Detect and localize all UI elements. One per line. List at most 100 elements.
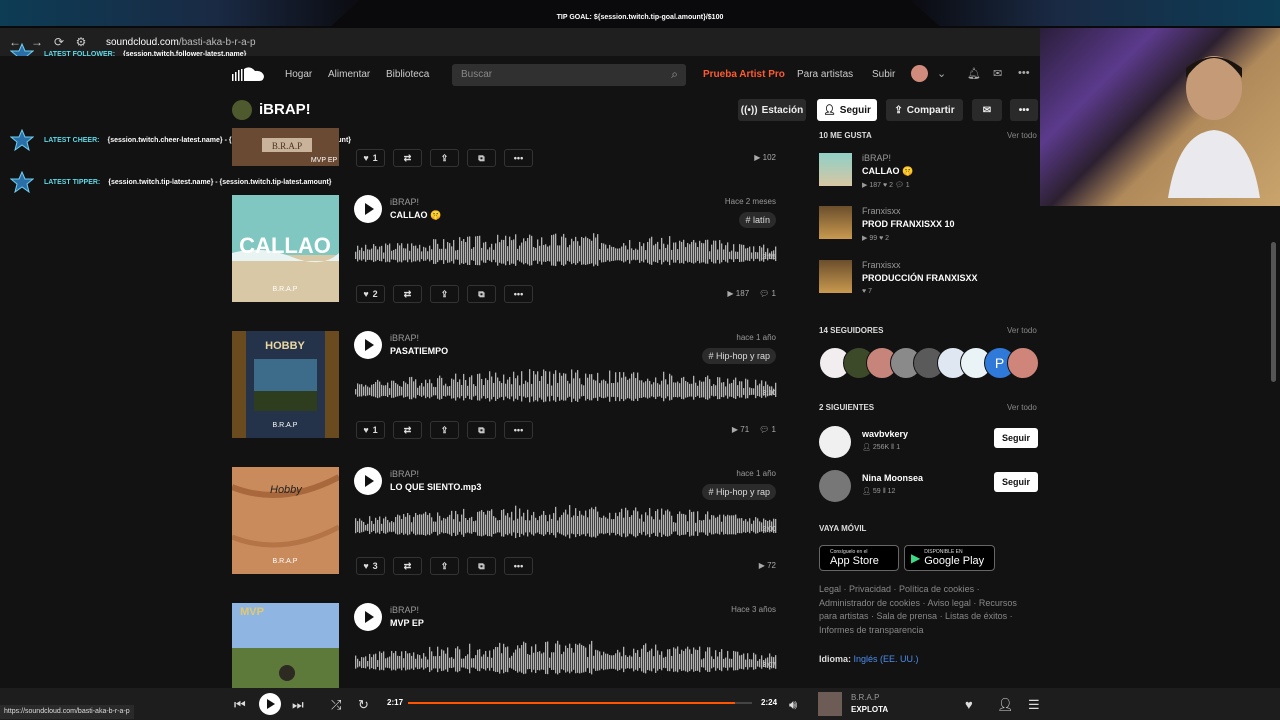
like-button[interactable]: ♥ 2 (356, 285, 385, 303)
next-icon[interactable]: ⏭ (292, 697, 304, 713)
nav-feed[interactable]: Alimentar (328, 69, 370, 80)
copy-link-button[interactable]: ⧉ (467, 285, 496, 303)
now-playing-title[interactable]: EXPLOTA (851, 705, 888, 714)
track-artist[interactable]: iBRAP! (390, 197, 419, 207)
chevron-down-icon[interactable]: ⌄ (937, 67, 946, 80)
now-playing-cover[interactable] (818, 692, 842, 716)
progress-bar[interactable] (408, 702, 752, 704)
track-genre-tag[interactable]: # Hip-hop y rap (702, 348, 776, 364)
repost-button[interactable]: ⇄ (393, 557, 422, 575)
now-playing-artist[interactable]: B.R.A.P (851, 693, 879, 702)
track-cover[interactable]: Hobby B.R.A.P (232, 467, 339, 574)
track-genre-tag[interactable]: # Hip-hop y rap (702, 484, 776, 500)
following-name[interactable]: Nina Moonsea (862, 473, 923, 483)
queue-icon[interactable]: ☰ (1028, 697, 1040, 713)
liked-track-item[interactable]: Franxisxx PRODUCCIÓN FRANXISXX ♥ 7 (819, 260, 1039, 304)
track-play-button[interactable] (354, 467, 382, 495)
track-artist[interactable]: iBRAP! (390, 469, 419, 479)
shuffle-icon[interactable]: ⤮ (331, 697, 341, 713)
like-button[interactable]: ♥ 1 (356, 421, 385, 439)
liked-track-item[interactable]: iBRAP! CALLAO 🤫 ▶ 187 ♥ 2 💬︎ 1 (819, 153, 1039, 197)
follow-button[interactable]: 👤︎ Seguir (817, 99, 877, 121)
following-view-all-link[interactable]: Ver todo (1007, 403, 1037, 412)
liked-track-cover[interactable] (819, 260, 852, 293)
copy-link-button[interactable]: ⧉ (467, 557, 496, 575)
liked-track-title[interactable]: PRODUCCIÓN FRANXISXX (862, 273, 978, 283)
likes-view-all-link[interactable]: Ver todo (1007, 131, 1037, 140)
previous-icon[interactable]: ⏮ (234, 697, 246, 713)
follow-button[interactable]: Seguir (994, 472, 1038, 492)
follow-button[interactable]: Seguir (994, 428, 1038, 448)
google-play-badge[interactable]: ▶ DISPONIBLE EN Google Play (904, 545, 995, 571)
track-play-button[interactable] (354, 331, 382, 359)
bell-icon[interactable]: 🔔︎ (967, 67, 981, 80)
more-button[interactable]: ••• (504, 149, 533, 167)
heart-icon[interactable]: ♥ (965, 697, 973, 712)
more-button[interactable]: ••• (1010, 99, 1038, 121)
copy-link-button[interactable]: ⧉ (467, 149, 496, 167)
user-avatar[interactable] (911, 65, 928, 82)
liked-track-artist[interactable]: Franxisxx (862, 206, 901, 216)
app-store-badge[interactable]: Consíguelo en el App Store (819, 545, 899, 571)
track-cover[interactable]: HOBBY B.R.A.P (232, 331, 339, 438)
like-button[interactable]: ♥ 1 (356, 149, 385, 167)
play-button[interactable] (259, 693, 281, 715)
like-button[interactable]: ♥ 3 (356, 557, 385, 575)
share-button[interactable]: ⇪ (430, 557, 459, 575)
search-input[interactable]: Buscar ⌕ (452, 64, 686, 86)
more-button[interactable]: ••• (504, 557, 533, 575)
copy-link-button[interactable]: ⧉ (467, 421, 496, 439)
nav-home[interactable]: Hogar (285, 69, 312, 80)
mail-icon[interactable]: ✉ (993, 67, 1002, 80)
try-artist-pro-link[interactable]: Prueba Artist Pro (703, 69, 785, 80)
followers-view-all-link[interactable]: Ver todo (1007, 326, 1037, 335)
more-button[interactable]: ••• (504, 285, 533, 303)
more-icon[interactable]: ••• (1018, 67, 1030, 79)
track-play-button[interactable] (354, 195, 382, 223)
liked-track-title[interactable]: CALLAO 🤫 (862, 166, 913, 177)
track-title[interactable]: CALLAO 🤫 (390, 210, 441, 221)
track-play-button[interactable] (354, 603, 382, 631)
track-cover[interactable]: B.R.A.P MVP EP (232, 128, 339, 166)
following-avatar[interactable] (819, 426, 851, 458)
track-artist[interactable]: iBRAP! (390, 605, 419, 615)
share-button[interactable]: ⇪ Compartir (886, 99, 963, 121)
track-waveform[interactable] (355, 231, 777, 271)
volume-icon[interactable]: 🔊︎ (789, 697, 797, 713)
track-genre-tag[interactable]: # latín (739, 212, 776, 228)
follower-avatar[interactable] (1007, 347, 1039, 379)
track-waveform[interactable] (355, 639, 777, 679)
language-selector[interactable]: Idioma: Inglés (EE. UU.) (819, 654, 919, 664)
liked-track-artist[interactable]: iBRAP! (862, 153, 891, 163)
liked-track-cover[interactable] (819, 206, 852, 239)
track-title[interactable]: PASATIEMPO (390, 346, 448, 356)
footer-links[interactable]: Legal · Privacidad · Política de cookies… (819, 583, 1034, 637)
more-button[interactable]: ••• (504, 421, 533, 439)
soundcloud-logo-icon[interactable] (232, 66, 266, 82)
for-artists-link[interactable]: Para artistas (797, 69, 853, 80)
track-title[interactable]: LO QUE SIENTO.mp3 (390, 482, 481, 492)
follow-user-icon[interactable]: 👤︎ (997, 697, 1014, 713)
message-button[interactable]: ✉ (972, 99, 1002, 121)
track-waveform[interactable] (355, 503, 777, 543)
following-name[interactable]: wavbvkery (862, 429, 908, 439)
repost-button[interactable]: ⇄ (393, 149, 422, 167)
nav-library[interactable]: Biblioteca (386, 69, 429, 80)
liked-track-item[interactable]: Franxisxx PROD FRANXISXX 10 ▶ 99 ♥ 2 (819, 206, 1039, 250)
track-waveform[interactable] (355, 367, 777, 407)
repeat-icon[interactable]: ↻ (358, 697, 369, 713)
liked-track-title[interactable]: PROD FRANXISXX 10 (862, 219, 955, 229)
track-artist[interactable]: iBRAP! (390, 333, 419, 343)
share-button[interactable]: ⇪ (430, 149, 459, 167)
search-icon[interactable]: ⌕ (671, 67, 678, 82)
station-button[interactable]: ((•)) Estación (738, 99, 806, 121)
share-button[interactable]: ⇪ (430, 285, 459, 303)
repost-button[interactable]: ⇄ (393, 285, 422, 303)
liked-track-artist[interactable]: Franxisxx (862, 260, 901, 270)
upload-link[interactable]: Subir (872, 69, 895, 80)
share-button[interactable]: ⇪ (430, 421, 459, 439)
track-cover[interactable]: CALLAO B.R.A.P (232, 195, 339, 302)
repost-button[interactable]: ⇄ (393, 421, 422, 439)
scrollbar[interactable] (1271, 242, 1276, 382)
liked-track-cover[interactable] (819, 153, 852, 186)
